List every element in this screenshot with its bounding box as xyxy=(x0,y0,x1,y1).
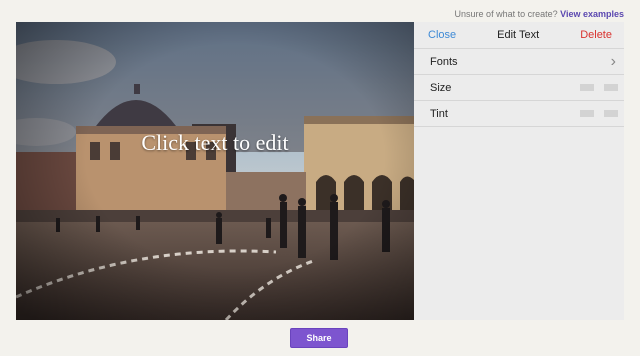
examples-prompt-text: Unsure of what to create? xyxy=(454,9,558,19)
editor-frame: Click text to edit Close Edit Text Delet… xyxy=(16,22,624,320)
photo-image xyxy=(16,22,414,320)
fonts-row[interactable]: Fonts › xyxy=(414,49,624,75)
editable-overlay-text[interactable]: Click text to edit xyxy=(16,130,414,156)
chevron-right-icon: › xyxy=(610,52,616,70)
tint-option-1-button[interactable] xyxy=(580,110,594,117)
share-button[interactable]: Share xyxy=(290,328,348,348)
size-label: Size xyxy=(430,81,452,94)
size-row: Size xyxy=(414,75,624,101)
size-decrease-button[interactable] xyxy=(580,84,594,91)
view-examples-link[interactable]: View examples xyxy=(560,9,624,19)
delete-button[interactable]: Delete xyxy=(580,29,612,41)
panel-header: Close Edit Text Delete xyxy=(414,22,624,49)
size-swatches xyxy=(580,84,618,91)
size-increase-button[interactable] xyxy=(604,84,618,91)
close-button[interactable]: Close xyxy=(428,29,456,41)
fonts-label: Fonts xyxy=(430,55,458,68)
photo-canvas[interactable]: Click text to edit xyxy=(16,22,414,320)
panel-title: Edit Text xyxy=(497,29,540,41)
examples-prompt: Unsure of what to create? View examples xyxy=(455,9,624,19)
edit-text-panel: Close Edit Text Delete Fonts › Size Tint xyxy=(414,22,624,320)
tint-option-2-button[interactable] xyxy=(604,110,618,117)
tint-swatches xyxy=(580,110,618,117)
tint-row: Tint xyxy=(414,101,624,127)
tint-label: Tint xyxy=(430,107,448,120)
